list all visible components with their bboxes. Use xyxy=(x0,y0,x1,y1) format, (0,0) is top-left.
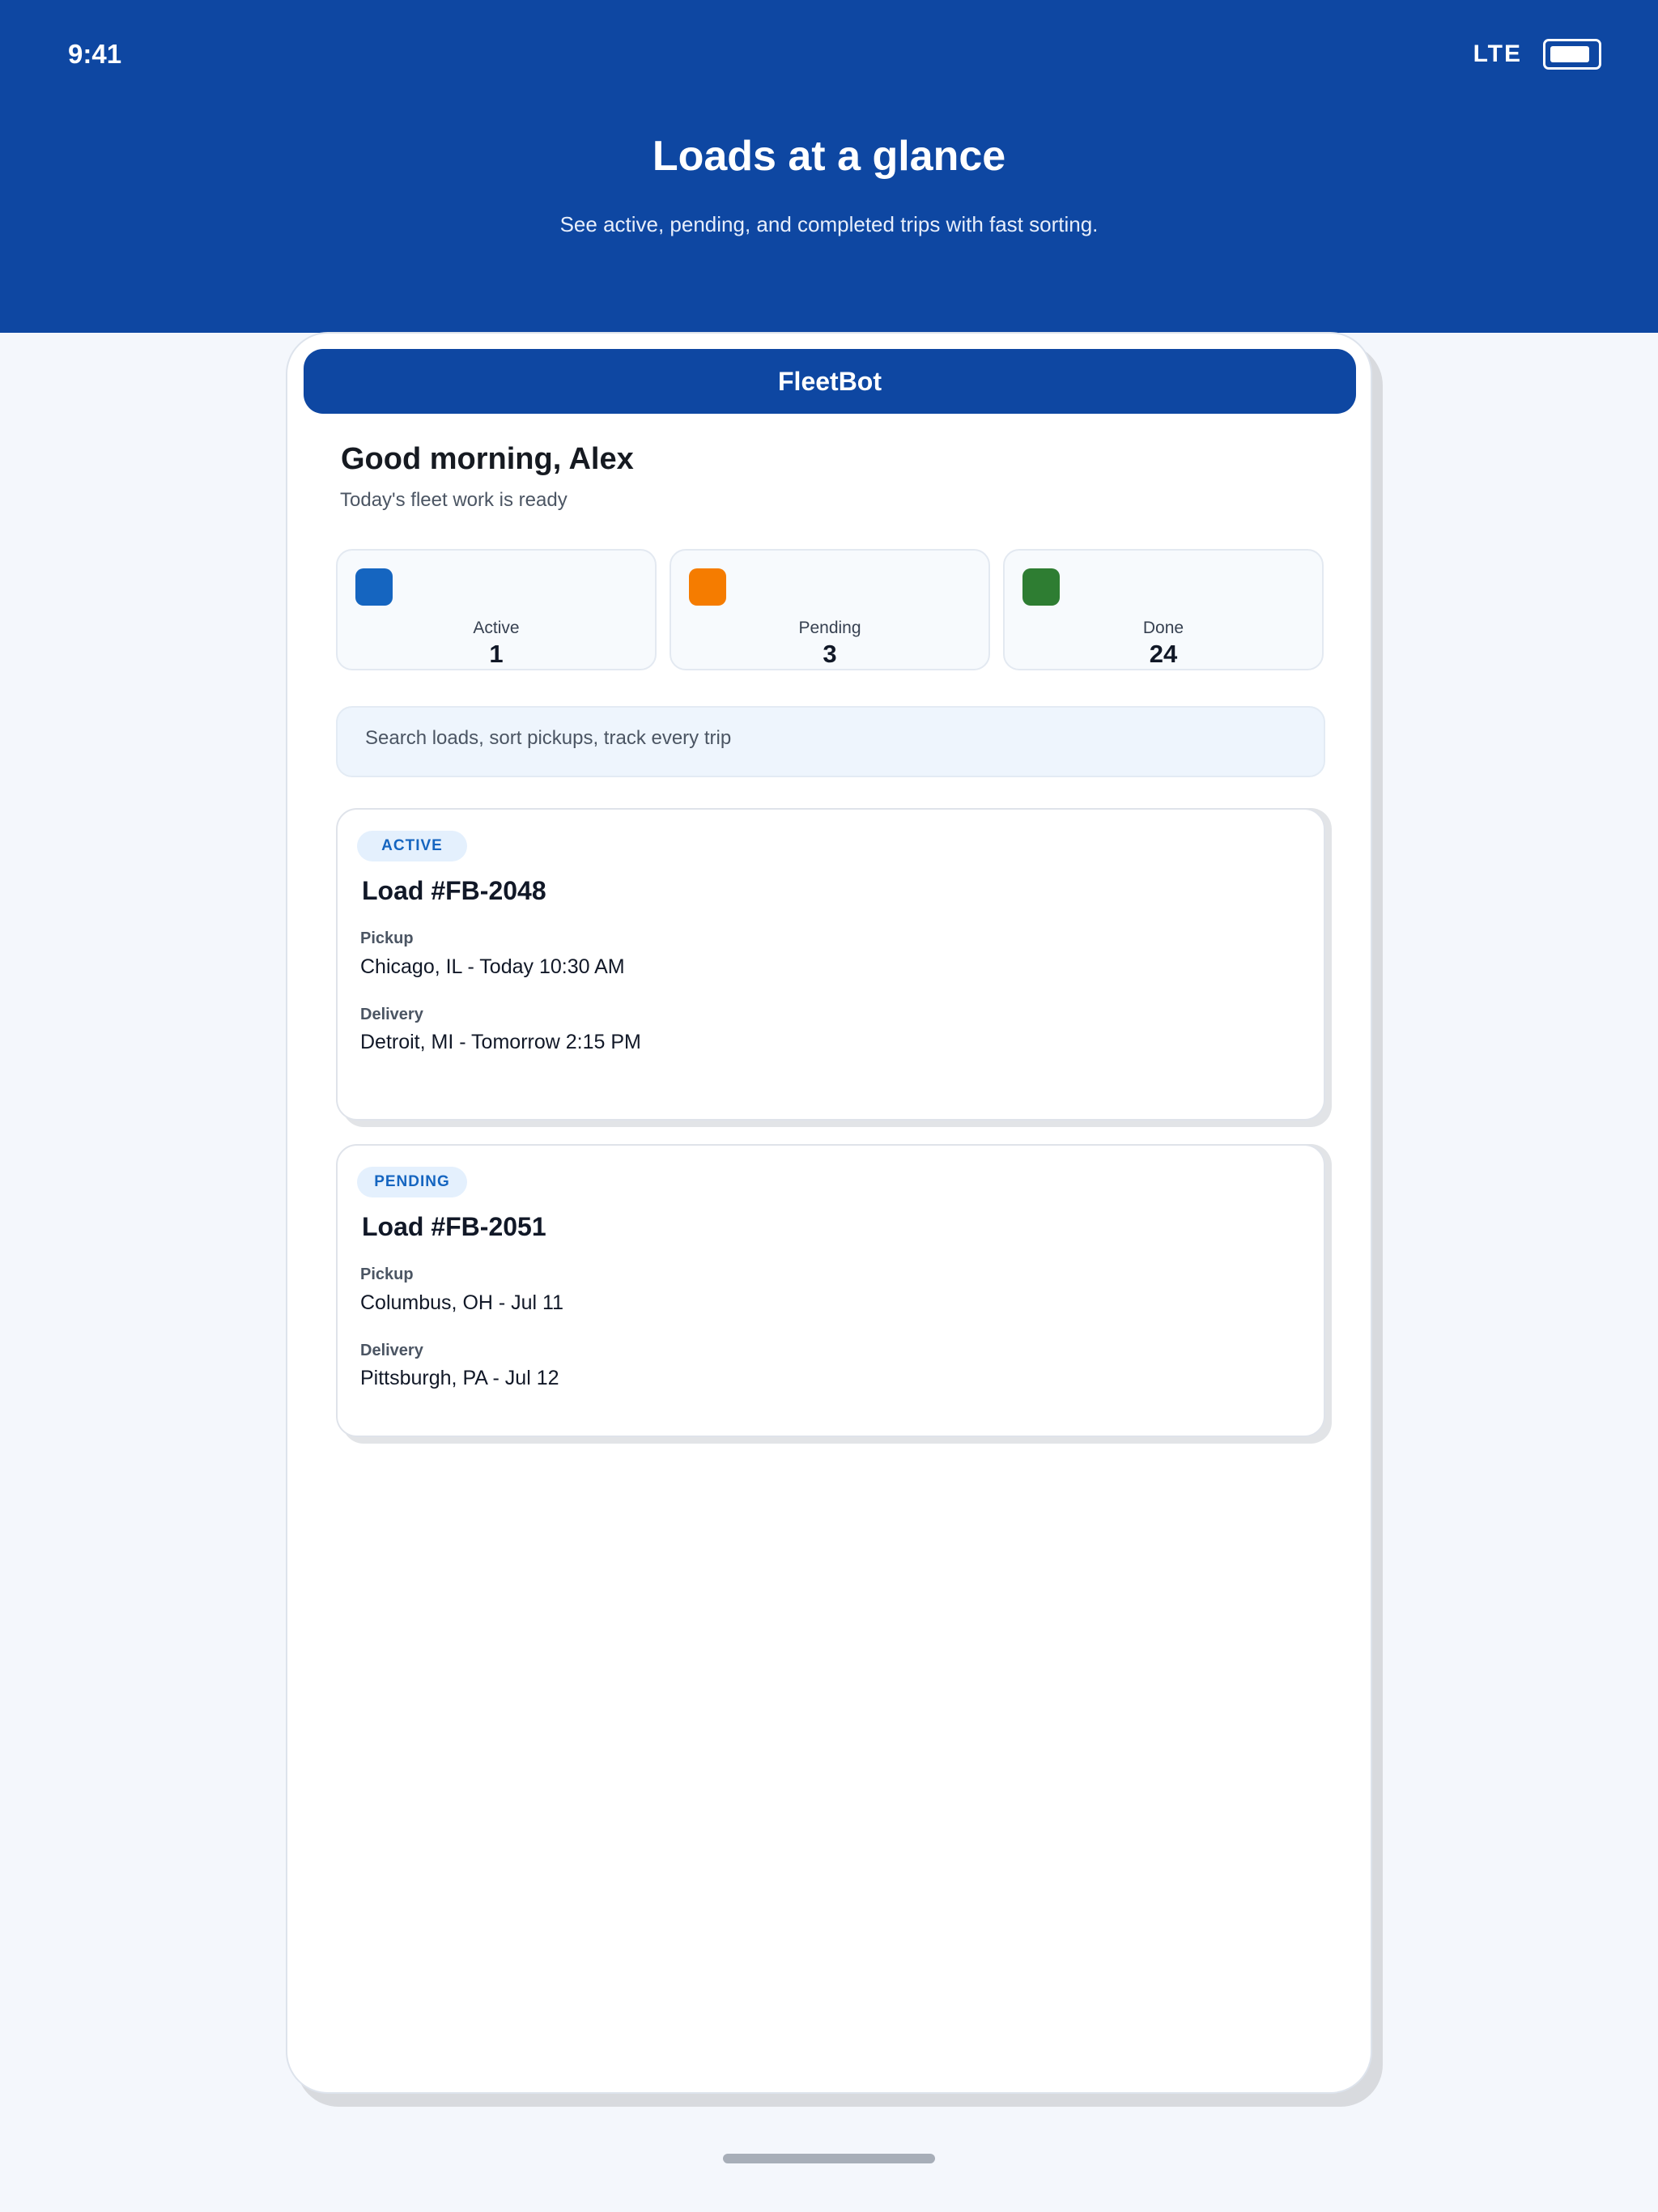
battery-icon xyxy=(1543,39,1601,70)
status-indicators: LTE xyxy=(1473,39,1601,70)
stat-label: Done xyxy=(1142,619,1184,637)
pickup-label: Pickup xyxy=(360,1266,414,1283)
status-badge: ACTIVE xyxy=(357,831,467,861)
battery-level xyxy=(1550,46,1589,62)
delivery-label: Delivery xyxy=(360,1342,423,1359)
hero-subtitle: See active, pending, and completed trips… xyxy=(559,212,1099,236)
status-time: 9:41 xyxy=(68,39,122,69)
delivery-label: Delivery xyxy=(360,1006,423,1023)
active-status-icon xyxy=(355,568,393,606)
load-title: Load #FB-2048 xyxy=(362,876,546,905)
pickup-label: Pickup xyxy=(360,929,414,947)
status-badge: PENDING xyxy=(357,1167,467,1197)
stat-value: 24 xyxy=(1149,640,1178,668)
search-input[interactable]: Search loads, sort pickups, track every … xyxy=(336,706,1325,777)
pickup-value: Chicago, IL - Today 10:30 AM xyxy=(360,955,625,978)
pending-status-icon xyxy=(689,568,726,606)
hero-title: Loads at a glance xyxy=(652,133,1006,180)
load-title: Load #FB-2051 xyxy=(362,1212,546,1241)
pickup-value: Columbus, OH - Jul 11 xyxy=(360,1291,564,1314)
stat-card-active[interactable]: Active 1 xyxy=(336,549,657,670)
done-status-icon xyxy=(1022,568,1060,606)
delivery-value: Detroit, MI - Tomorrow 2:15 PM xyxy=(360,1031,641,1053)
load-card-fb-2048[interactable]: ACTIVE Load #FB-2048 Pickup Chicago, IL … xyxy=(336,808,1325,1121)
greeting-subtitle: Today's fleet work is ready xyxy=(340,489,568,511)
search-placeholder: Search loads, sort pickups, track every … xyxy=(365,727,732,749)
stat-card-done[interactable]: Done 24 xyxy=(1003,549,1324,670)
hero-header: 9:41 LTE Loads at a glance See active, p… xyxy=(0,0,1658,333)
stat-card-pending[interactable]: Pending 3 xyxy=(670,549,990,670)
app-bar-title: FleetBot xyxy=(304,349,1356,414)
stat-label: Active xyxy=(473,619,520,637)
device-frame: FleetBot Good morning, Alex Today's flee… xyxy=(286,332,1372,2094)
network-label: LTE xyxy=(1473,40,1522,67)
delivery-value: Pittsburgh, PA - Jul 12 xyxy=(360,1367,559,1389)
stat-value: 3 xyxy=(823,640,837,668)
greeting-title: Good morning, Alex xyxy=(341,442,634,476)
stat-value: 1 xyxy=(489,640,504,668)
load-card-fb-2051[interactable]: PENDING Load #FB-2051 Pickup Columbus, O… xyxy=(336,1144,1325,1437)
stat-label: Pending xyxy=(798,619,861,637)
home-indicator[interactable] xyxy=(723,2154,935,2163)
